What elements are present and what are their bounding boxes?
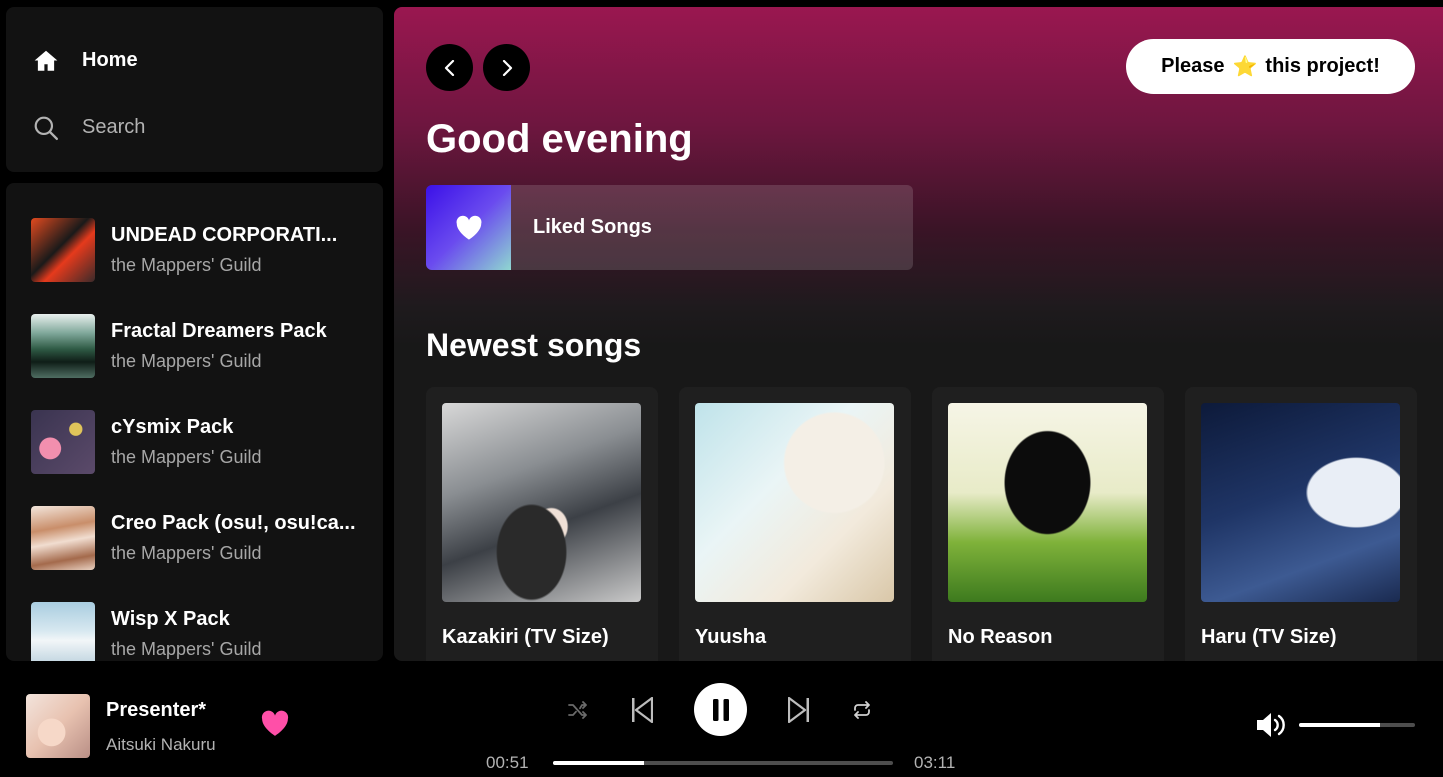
search-icon — [32, 114, 60, 142]
library-item-art — [31, 218, 95, 282]
volume-icon — [1257, 713, 1285, 737]
shuffle-icon — [568, 701, 587, 719]
app-window: Home Search UNDEAD CORPORATI... the Mapp… — [0, 0, 1443, 777]
volume-slider[interactable] — [1299, 723, 1415, 727]
forward-button[interactable] — [483, 44, 530, 91]
volume-button[interactable] — [1254, 710, 1288, 740]
library-item-title: Fractal Dreamers Pack — [111, 320, 327, 342]
library-item-title: cYsmix Pack — [111, 416, 234, 438]
progress-fill — [553, 761, 644, 765]
library-item[interactable]: Wisp X Pack the Mappers' Guild — [6, 586, 383, 661]
library-item-subtitle: the Mappers' Guild — [111, 447, 262, 467]
shuffle-button[interactable] — [566, 699, 590, 721]
liked-songs-art — [426, 185, 511, 270]
volume-fill — [1299, 723, 1381, 727]
nav-home[interactable]: Home — [6, 27, 383, 94]
skip-previous-icon — [632, 697, 653, 723]
liked-songs-label: Liked Songs — [533, 216, 652, 238]
repeat-button[interactable] — [850, 699, 874, 721]
liked-songs-tile[interactable]: Liked Songs — [426, 185, 913, 270]
library-item-art — [31, 506, 95, 570]
previous-button[interactable] — [629, 695, 655, 725]
song-card[interactable]: No Reason — [932, 387, 1164, 661]
total-time: 03:11 — [914, 753, 956, 772]
song-card-title: Yuusha — [695, 626, 767, 648]
sidebar-nav: Home Search — [6, 7, 383, 172]
now-playing-art — [26, 694, 90, 758]
library-item-art — [31, 314, 95, 378]
home-icon — [32, 47, 60, 75]
player-bar: Presenter* Aitsuki Nakuru 00:51 03:11 — [0, 661, 1443, 777]
nav-search-label: Search — [82, 116, 146, 138]
elapsed-time: 00:51 — [486, 753, 529, 772]
next-button[interactable] — [786, 695, 812, 725]
song-card-art — [442, 403, 641, 602]
song-card[interactable]: Haru (TV Size) — [1185, 387, 1417, 661]
nav-search[interactable]: Search — [6, 94, 383, 161]
heart-filled-icon — [261, 710, 289, 736]
pause-icon — [712, 698, 729, 721]
library-item[interactable]: Fractal Dreamers Pack the Mappers' Guild — [6, 298, 383, 394]
library-item-title: Wisp X Pack — [111, 608, 230, 630]
nav-home-label: Home — [82, 49, 138, 71]
pause-button[interactable] — [694, 683, 747, 736]
library-item-subtitle: the Mappers' Guild — [111, 639, 262, 659]
library-item-art — [31, 410, 95, 474]
skip-next-icon — [788, 697, 809, 723]
library-item-subtitle: the Mappers' Guild — [111, 351, 262, 371]
newest-songs-title: Newest songs — [426, 327, 642, 363]
like-button[interactable] — [260, 710, 290, 742]
newest-songs-grid: Kazakiri (TV Size) Yuusha No Reason Haru… — [426, 387, 1417, 661]
main-content: Please ⭐ this project! Good evening Like… — [394, 7, 1443, 661]
song-card[interactable]: Kazakiri (TV Size) — [426, 387, 658, 661]
library-item[interactable]: UNDEAD CORPORATI... the Mappers' Guild — [6, 202, 383, 298]
song-card-art — [695, 403, 894, 602]
song-card-title: No Reason — [948, 626, 1053, 648]
song-card-art — [1201, 403, 1400, 602]
library-item-subtitle: the Mappers' Guild — [111, 255, 262, 275]
library-item-art — [31, 602, 95, 661]
song-card-title: Kazakiri (TV Size) — [442, 626, 609, 648]
library-item[interactable]: Creo Pack (osu!, osu!ca... the Mappers' … — [6, 490, 383, 586]
star-project-button[interactable]: Please ⭐ this project! — [1126, 39, 1415, 94]
greeting-title: Good evening — [426, 117, 693, 161]
star-button-suffix: this project! — [1265, 55, 1380, 77]
library-list: UNDEAD CORPORATI... the Mappers' Guild F… — [6, 183, 383, 661]
chevron-right-icon — [502, 59, 512, 76]
now-playing-artist[interactable]: Aitsuki Nakuru — [106, 735, 216, 755]
star-icon: ⭐ — [1232, 56, 1258, 78]
library-item[interactable]: cYsmix Pack the Mappers' Guild — [6, 394, 383, 490]
song-card-art — [948, 403, 1147, 602]
history-nav — [426, 44, 530, 91]
library-item-subtitle: the Mappers' Guild — [111, 543, 262, 563]
library-item-title: UNDEAD CORPORATI... — [111, 224, 338, 246]
song-card-title: Haru (TV Size) — [1201, 626, 1337, 648]
progress-bar[interactable] — [553, 761, 893, 765]
now-playing-title[interactable]: Presenter* — [106, 699, 206, 722]
repeat-icon — [854, 701, 870, 719]
library-item-title: Creo Pack (osu!, osu!ca... — [111, 512, 356, 534]
star-button-prefix: Please — [1161, 55, 1225, 77]
back-button[interactable] — [426, 44, 473, 91]
song-card[interactable]: Yuusha — [679, 387, 911, 661]
heart-icon — [456, 215, 481, 240]
chevron-left-icon — [444, 59, 454, 76]
